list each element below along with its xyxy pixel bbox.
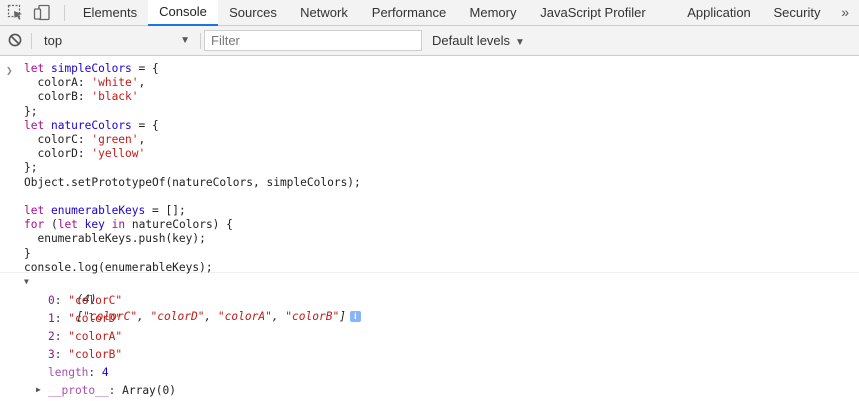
tab-elements[interactable]: Elements: [72, 0, 148, 25]
console-output-entry: ▼ (4) ["colorC", "colorD", "colorA", "co…: [0, 273, 859, 401]
log-levels-label: Default levels: [432, 33, 511, 48]
array-entry: 0: "colorC": [48, 294, 123, 307]
filter-input[interactable]: [204, 30, 422, 51]
clear-console-icon[interactable]: [8, 33, 22, 47]
summary-item: "colorD": [150, 310, 205, 324]
dropdown-arrow-icon: ▼: [180, 35, 190, 46]
tab-console[interactable]: Console: [148, 0, 218, 26]
more-tabs-chevron-icon[interactable]: »: [841, 0, 849, 25]
context-selector[interactable]: top ▼: [38, 30, 196, 51]
toolbar-divider: [31, 33, 32, 49]
array-entry: 3: "colorB": [48, 348, 123, 361]
array-length-property: length: 4: [48, 366, 109, 379]
toolbar-divider: [200, 33, 201, 49]
console-input-entry: ❯ let simpleColors = { colorA: 'white', …: [0, 57, 859, 274]
dropdown-arrow-icon: ▼: [515, 37, 525, 48]
array-entry: 1: "colorD": [48, 312, 123, 325]
summary-item: "colorA": [217, 310, 272, 324]
expand-triangle-right-icon[interactable]: ▶: [36, 385, 41, 394]
info-icon[interactable]: i: [349, 311, 361, 323]
toolbar-divider: [64, 5, 65, 21]
array-proto-property[interactable]: __proto__: Array(0): [48, 382, 176, 400]
tab-memory[interactable]: Memory: [458, 0, 528, 25]
array-entry: 2: "colorA": [48, 330, 123, 343]
input-code-block: let simpleColors = { colorA: 'white', co…: [24, 62, 361, 274]
tab-security[interactable]: Security: [764, 0, 830, 25]
summary-item: "colorB": [285, 310, 340, 324]
inspect-element-icon[interactable]: [7, 4, 25, 21]
tab-sources[interactable]: Sources: [218, 0, 288, 25]
tab-network[interactable]: Network: [288, 0, 360, 25]
tab-performance[interactable]: Performance: [360, 0, 458, 25]
log-levels-dropdown[interactable]: Default levels ▼: [432, 30, 525, 51]
input-prompt-chevron-icon: ❯: [6, 64, 13, 77]
devtools-tab-bar: Elements Console Sources Network Perform…: [0, 0, 859, 26]
console-toolbar: top ▼ Default levels ▼: [0, 26, 859, 56]
expand-triangle-down-icon[interactable]: ▼: [24, 277, 29, 286]
context-selector-value: top: [44, 33, 63, 48]
console-messages[interactable]: ❯ let simpleColors = { colorA: 'white', …: [0, 57, 859, 401]
tab-application[interactable]: Application: [674, 0, 764, 25]
tab-javascript-profiler[interactable]: JavaScript Profiler: [528, 0, 658, 25]
device-toolbar-icon[interactable]: [33, 4, 51, 21]
